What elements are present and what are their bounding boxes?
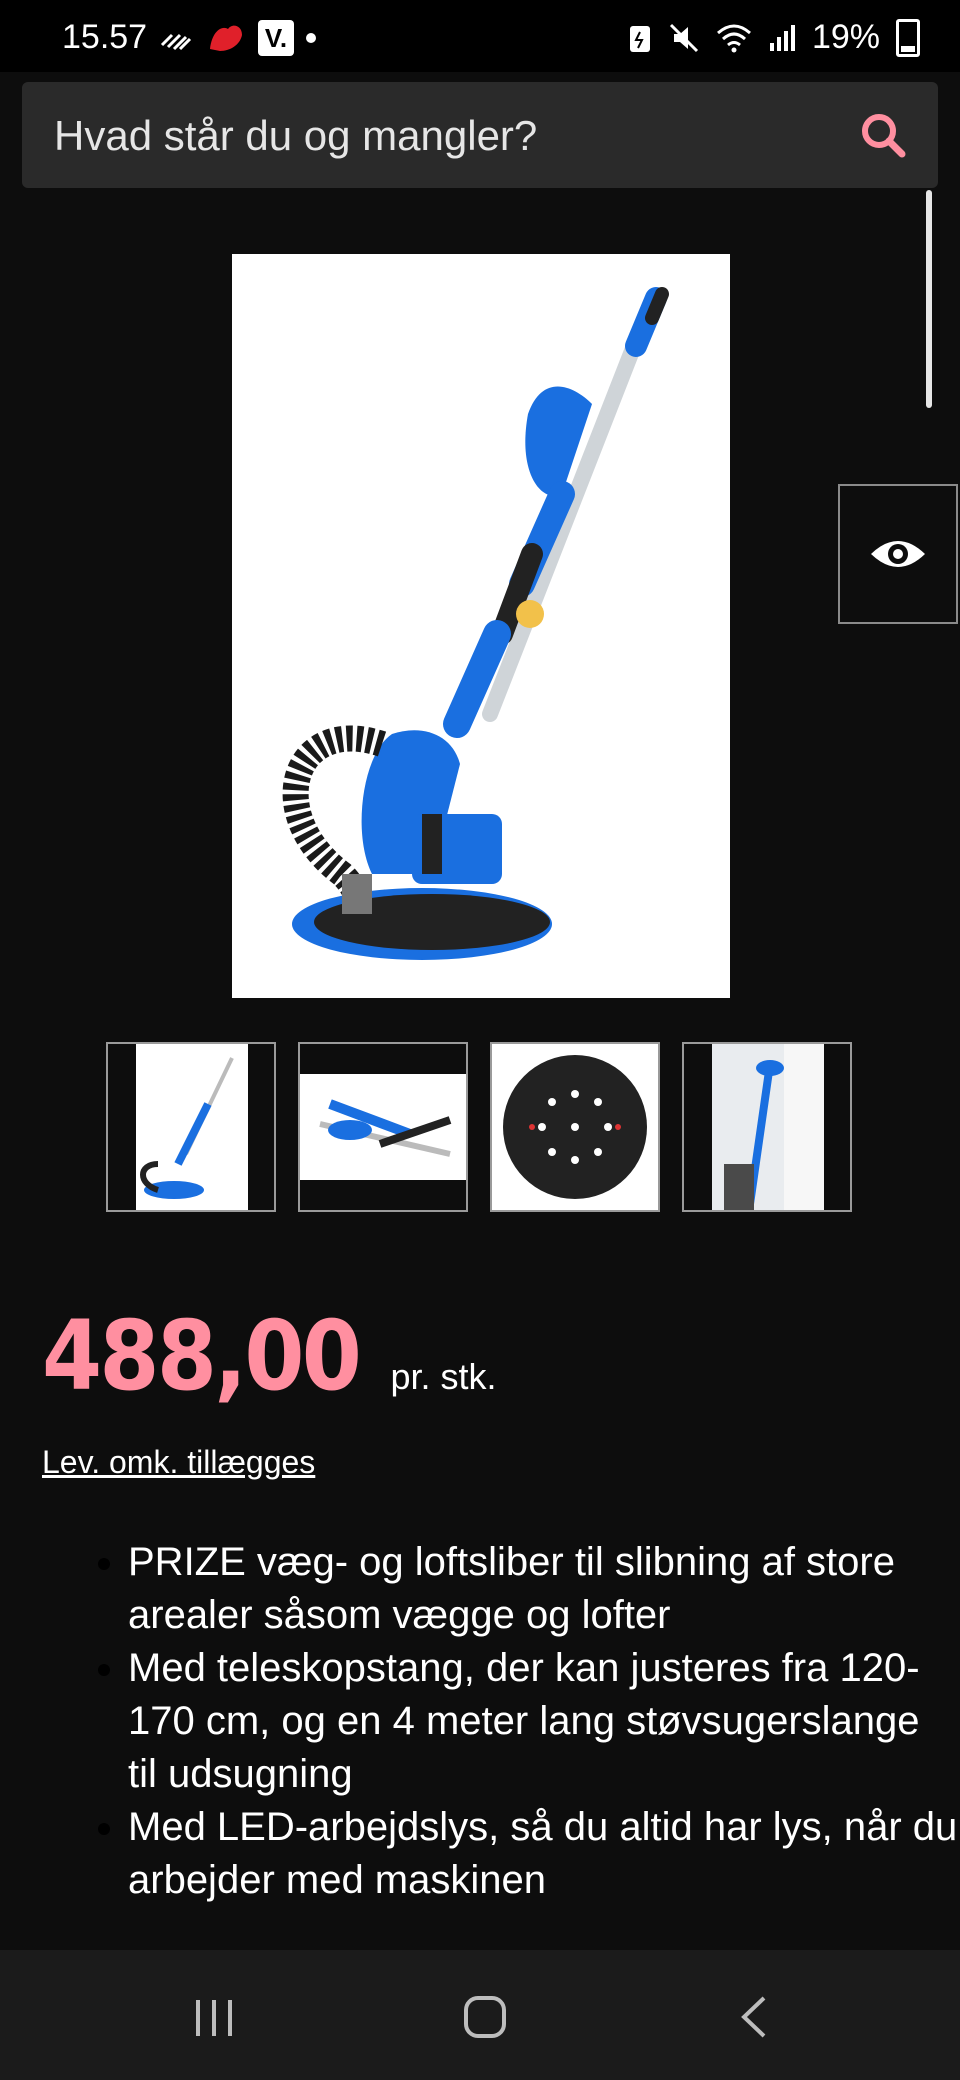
search-input[interactable]: Hvad står du og mangler? xyxy=(54,112,537,160)
thumbnail-strip xyxy=(106,1042,852,1212)
feature-item: Med teleskopstang, der kan justeres fra … xyxy=(128,1642,958,1801)
thumbnail-2-image xyxy=(300,1074,466,1180)
notification-dot-icon xyxy=(306,33,316,43)
battery-saver-icon xyxy=(629,25,650,52)
signal-icon xyxy=(769,24,795,51)
view-toggle-button[interactable] xyxy=(838,484,958,624)
price-unit: pr. stk. xyxy=(390,1356,497,1397)
thumbnail-1-image xyxy=(136,1044,248,1210)
status-time: 15.57 xyxy=(62,18,148,56)
app-badge-icon: V. xyxy=(258,20,294,56)
status-left-icons: V. xyxy=(160,20,316,56)
drywall-sander-image xyxy=(282,287,669,960)
product-price: 488,00 xyxy=(42,1300,362,1412)
eye-icon xyxy=(871,541,925,567)
product-main-image[interactable] xyxy=(232,254,730,998)
wifi-icon xyxy=(716,24,751,52)
home-icon[interactable] xyxy=(462,1994,508,2040)
delivery-cost-link[interactable]: Lev. omk. tillægges xyxy=(42,1444,315,1481)
price-row: 488,00 pr. stk. xyxy=(42,1308,496,1404)
scrollbar[interactable] xyxy=(926,190,932,408)
status-right-icons: 19% xyxy=(628,18,920,57)
wind-icon xyxy=(160,33,192,51)
thumbnail-1[interactable] xyxy=(106,1042,276,1212)
battery-percentage: 19% xyxy=(811,18,880,56)
thumbnail-4[interactable] xyxy=(682,1042,852,1212)
search-bar[interactable]: Hvad står du og mangler? xyxy=(22,82,938,188)
status-bar: 15.57 V. 19% xyxy=(0,0,960,72)
thumbnail-2[interactable] xyxy=(298,1042,468,1212)
back-icon[interactable] xyxy=(738,1994,768,2040)
feature-item: Med LED-arbejdslys, så du altid har lys,… xyxy=(128,1801,958,1907)
recent-apps-icon[interactable] xyxy=(192,1996,236,2040)
navigation-bar xyxy=(0,1950,960,2080)
feature-item: PRIZE væg- og loftsliber til slibning af… xyxy=(128,1536,958,1642)
battery-icon xyxy=(896,18,920,57)
mute-icon xyxy=(669,23,698,52)
search-icon[interactable] xyxy=(858,110,908,160)
feature-list: PRIZE væg- og loftsliber til slibning af… xyxy=(90,1536,958,1907)
thumbnail-3-image xyxy=(503,1055,647,1199)
thumbnail-3[interactable] xyxy=(490,1042,660,1212)
app-logo-icon xyxy=(210,25,242,51)
thumbnail-4-image xyxy=(712,1044,824,1210)
